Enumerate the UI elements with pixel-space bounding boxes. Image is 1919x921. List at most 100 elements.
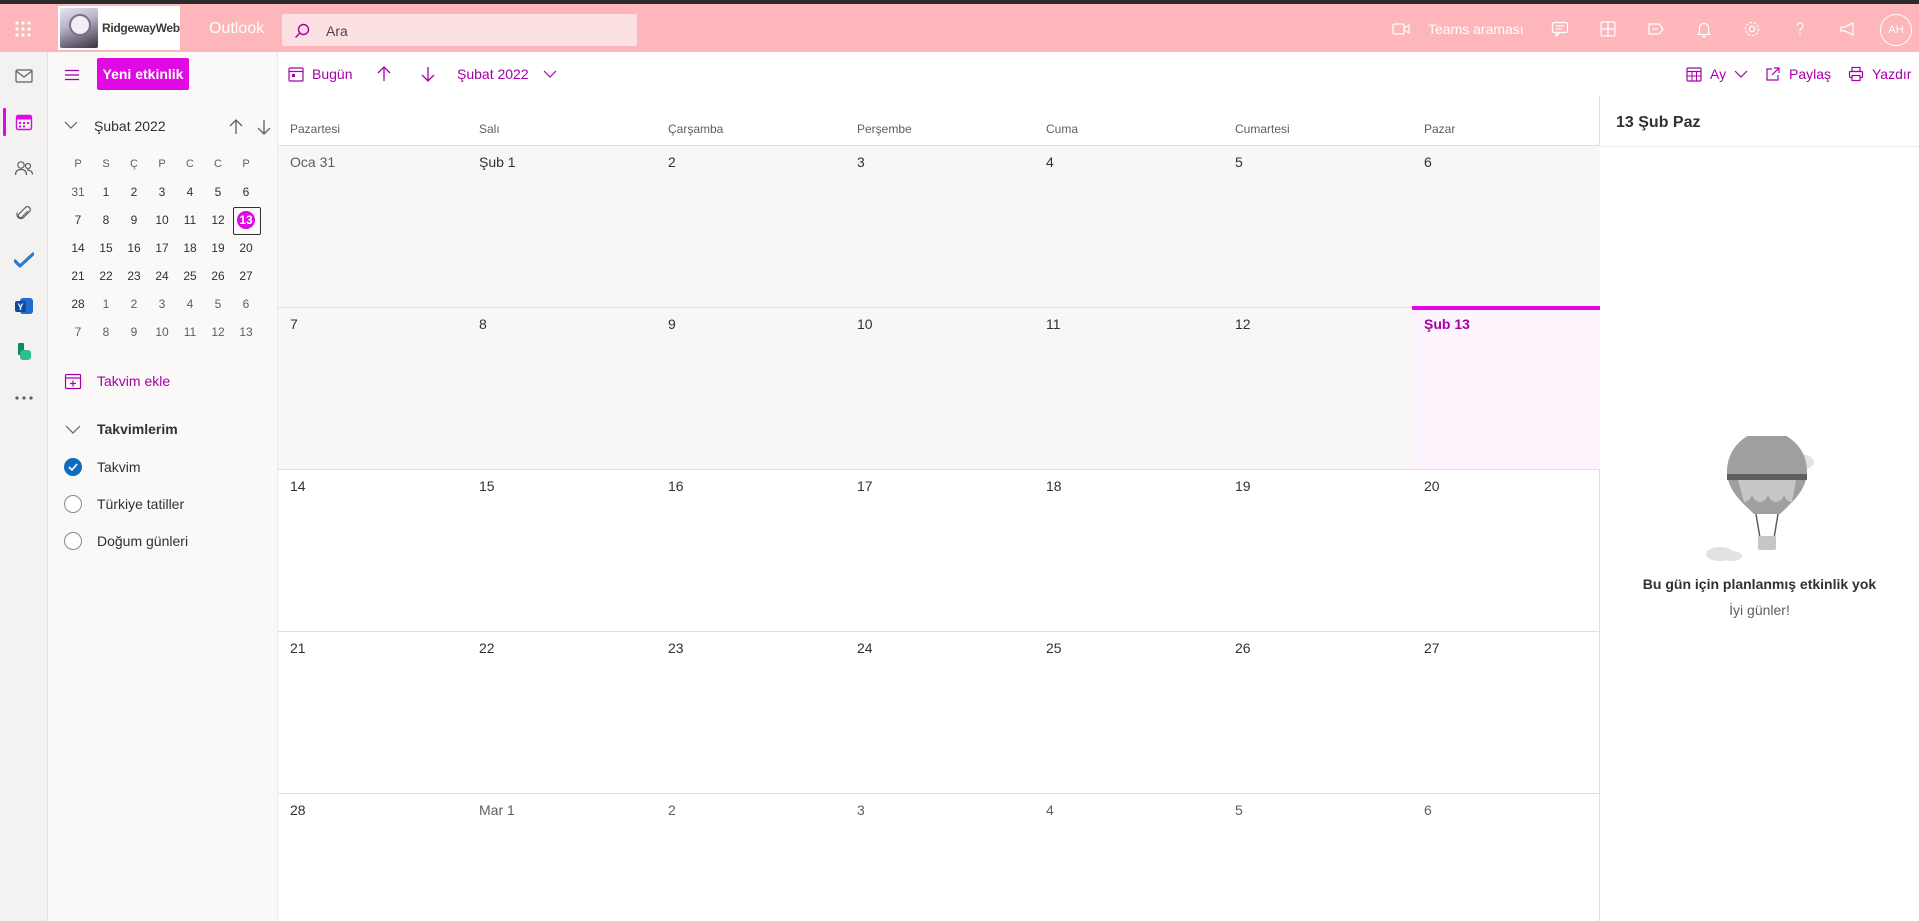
calendar-day-cell[interactable]: 8 bbox=[467, 308, 656, 469]
calendar-icon[interactable] bbox=[12, 110, 36, 134]
mini-day[interactable]: 5 bbox=[204, 178, 232, 206]
checked-circle-icon[interactable] bbox=[64, 458, 82, 476]
mini-day[interactable]: 16 bbox=[120, 234, 148, 262]
office-icon[interactable] bbox=[1599, 20, 1617, 38]
mini-day[interactable]: 28 bbox=[64, 290, 92, 318]
calendar-day-cell[interactable]: 14 bbox=[278, 470, 467, 631]
people-icon[interactable] bbox=[12, 156, 36, 180]
mini-day[interactable]: 14 bbox=[64, 234, 92, 262]
calendar-day-cell[interactable]: 5 bbox=[1223, 794, 1412, 921]
calendar-day-cell[interactable]: 22 bbox=[467, 632, 656, 793]
calendar-day-cell[interactable]: 6 bbox=[1412, 146, 1600, 307]
previous-arrow-icon[interactable] bbox=[376, 64, 392, 84]
calendar-day-cell[interactable]: 3 bbox=[845, 146, 1034, 307]
mini-day[interactable]: 20 bbox=[232, 234, 260, 262]
mini-day[interactable]: 19 bbox=[204, 234, 232, 262]
calendar-day-cell[interactable]: 17 bbox=[845, 470, 1034, 631]
calendar-item[interactable]: Türkiye tatiller bbox=[64, 493, 184, 515]
help-icon[interactable] bbox=[1791, 20, 1809, 38]
calendar-day-cell[interactable]: 2 bbox=[656, 794, 845, 921]
more-apps-icon[interactable] bbox=[12, 386, 36, 410]
mini-day[interactable]: 25 bbox=[176, 262, 204, 290]
calendar-day-cell[interactable]: 20 bbox=[1412, 470, 1600, 631]
calendar-day-cell[interactable]: 19 bbox=[1223, 470, 1412, 631]
calendar-item[interactable]: Takvim bbox=[64, 456, 141, 478]
yammer-icon[interactable]: Y bbox=[12, 294, 36, 318]
mini-day[interactable]: 8 bbox=[92, 318, 120, 346]
mini-day[interactable]: 9 bbox=[120, 318, 148, 346]
unchecked-circle-icon[interactable] bbox=[64, 495, 82, 513]
mini-day[interactable]: 26 bbox=[204, 262, 232, 290]
print-button[interactable]: Yazdır bbox=[1848, 64, 1911, 84]
mini-day[interactable]: 12 bbox=[204, 206, 232, 234]
mini-day-selected[interactable]: 13 bbox=[232, 206, 261, 235]
teams-call-button[interactable]: Teams araması bbox=[1392, 18, 1524, 40]
bell-icon[interactable] bbox=[1695, 20, 1713, 38]
mini-day[interactable]: 9 bbox=[120, 206, 148, 234]
calendar-day-cell[interactable]: 6 bbox=[1412, 794, 1600, 921]
mini-day[interactable]: 17 bbox=[148, 234, 176, 262]
brand-logo[interactable]: RidgewayWeb bbox=[58, 6, 180, 50]
mini-day[interactable]: 11 bbox=[176, 318, 204, 346]
calendar-day-cell[interactable]: 7 bbox=[278, 308, 467, 469]
mail-icon[interactable] bbox=[12, 64, 36, 88]
unchecked-circle-icon[interactable] bbox=[64, 532, 82, 550]
calendar-day-cell[interactable]: 27 bbox=[1412, 632, 1600, 793]
mini-day[interactable]: 4 bbox=[176, 290, 204, 318]
calendar-day-cell[interactable]: 11 bbox=[1034, 308, 1223, 469]
calendar-day-cell[interactable]: 15 bbox=[467, 470, 656, 631]
hamburger-menu-icon[interactable] bbox=[64, 69, 80, 81]
chat-icon[interactable] bbox=[1551, 20, 1569, 38]
mini-day[interactable]: 18 bbox=[176, 234, 204, 262]
mini-day[interactable]: 31 bbox=[64, 178, 92, 206]
next-arrow-icon[interactable] bbox=[420, 64, 436, 84]
mini-day[interactable]: 15 bbox=[92, 234, 120, 262]
calendar-day-cell[interactable]: 21 bbox=[278, 632, 467, 793]
app-launcher-icon[interactable] bbox=[14, 20, 32, 38]
mini-day[interactable]: 8 bbox=[92, 206, 120, 234]
attachment-icon[interactable] bbox=[12, 202, 36, 226]
calendar-day-cell[interactable]: 4 bbox=[1034, 794, 1223, 921]
calendar-day-cell[interactable]: 25 bbox=[1034, 632, 1223, 793]
mini-day[interactable]: 21 bbox=[64, 262, 92, 290]
feedback-icon[interactable] bbox=[1647, 20, 1665, 38]
mini-calendar-prev-icon[interactable] bbox=[228, 118, 244, 136]
gear-icon[interactable] bbox=[1743, 20, 1761, 38]
calendar-item[interactable]: Doğum günleri bbox=[64, 530, 188, 552]
mini-day[interactable]: 24 bbox=[148, 262, 176, 290]
mini-day[interactable]: 4 bbox=[176, 178, 204, 206]
calendar-day-cell[interactable]: 4 bbox=[1034, 146, 1223, 307]
calendar-day-cell[interactable]: 12 bbox=[1223, 308, 1412, 469]
calendar-day-cell[interactable]: 5 bbox=[1223, 146, 1412, 307]
mini-day[interactable]: 12 bbox=[204, 318, 232, 346]
my-calendars-group[interactable]: Takvimlerim bbox=[64, 418, 178, 440]
mini-day[interactable]: 2 bbox=[120, 178, 148, 206]
mini-day[interactable]: 1 bbox=[92, 290, 120, 318]
mini-day[interactable]: 6 bbox=[232, 290, 260, 318]
calendar-day-cell[interactable]: 26 bbox=[1223, 632, 1412, 793]
mini-day[interactable]: 11 bbox=[176, 206, 204, 234]
calendar-day-cell[interactable]: 28 bbox=[278, 794, 467, 921]
search-box[interactable]: Ara bbox=[282, 14, 637, 46]
calendar-day-cell[interactable]: 9 bbox=[656, 308, 845, 469]
mini-day[interactable]: 10 bbox=[148, 318, 176, 346]
add-calendar-button[interactable]: Takvim ekle bbox=[64, 370, 170, 392]
avatar[interactable]: AH bbox=[1880, 14, 1912, 46]
calendar-day-cell[interactable]: 2 bbox=[656, 146, 845, 307]
mini-day[interactable]: 27 bbox=[232, 262, 260, 290]
month-picker-button[interactable]: Şubat 2022 bbox=[457, 64, 557, 84]
view-switcher-button[interactable]: Ay bbox=[1686, 64, 1748, 84]
mini-day[interactable]: 5 bbox=[204, 290, 232, 318]
chevron-down-icon[interactable] bbox=[64, 120, 78, 130]
calendar-day-cell[interactable]: Şub 1 bbox=[467, 146, 656, 307]
mini-day[interactable]: 3 bbox=[148, 290, 176, 318]
calendar-day-cell[interactable]: Mar 1 bbox=[467, 794, 656, 921]
todo-icon[interactable] bbox=[12, 248, 36, 272]
mini-day[interactable]: 7 bbox=[64, 206, 92, 234]
calendar-day-cell[interactable]: 3 bbox=[845, 794, 1034, 921]
mini-day[interactable]: 7 bbox=[64, 318, 92, 346]
today-button[interactable]: Bugün bbox=[288, 64, 352, 84]
calendar-day-cell[interactable]: 16 bbox=[656, 470, 845, 631]
megaphone-icon[interactable] bbox=[1839, 20, 1857, 38]
calendar-day-cell-today[interactable]: Şub 13 bbox=[1412, 306, 1600, 469]
